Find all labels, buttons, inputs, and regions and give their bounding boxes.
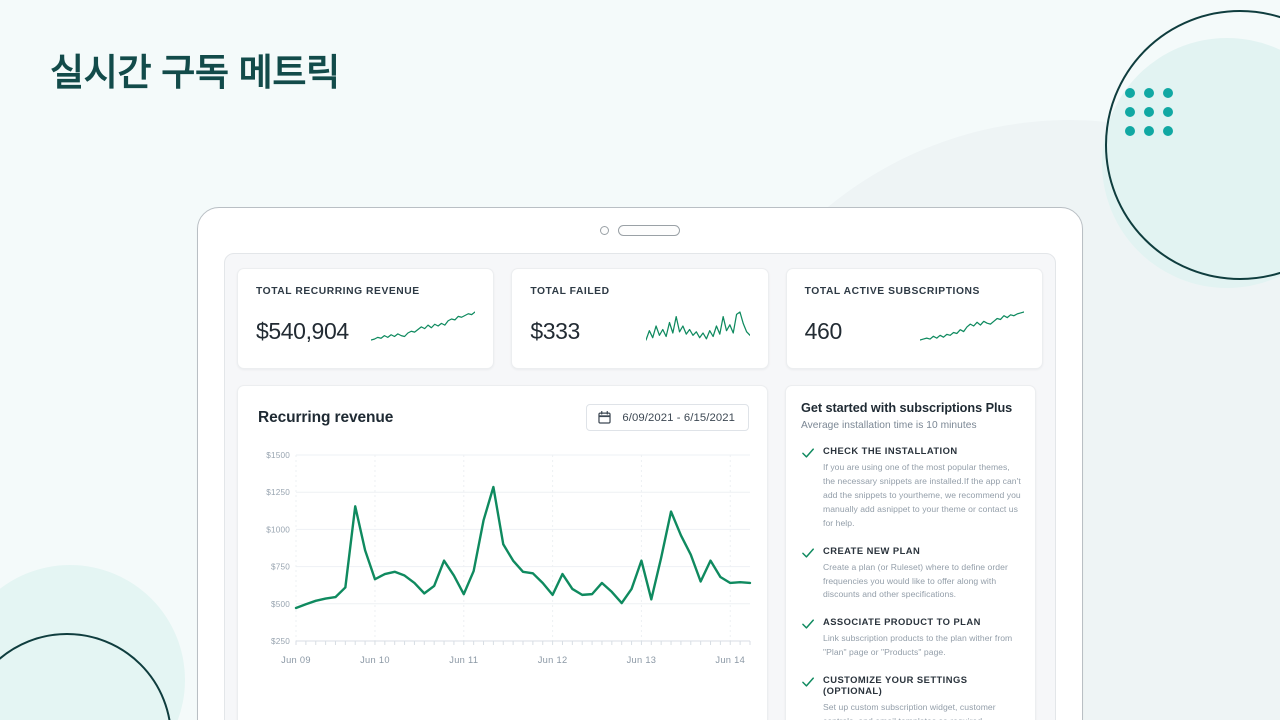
- kpi-value: $540,904: [256, 318, 349, 344]
- chart-header: Recurring revenue 6/09/2021 - 6/15/2021: [252, 402, 753, 431]
- kpi-card-total-failed[interactable]: TOTAL FAILED $333: [511, 268, 769, 369]
- speaker-grille-icon: [618, 225, 680, 236]
- checklist-item[interactable]: ASSOCIATE PRODUCT TO PLAN Link subscripti…: [801, 616, 1021, 660]
- checklist-item[interactable]: CREATE NEW PLAN Create a plan (or Ruleset…: [801, 545, 1021, 603]
- svg-text:$1250: $1250: [266, 488, 290, 497]
- checklist-item-heading: CREATE NEW PLAN: [823, 544, 921, 556]
- kpi-label: TOTAL FAILED: [530, 286, 610, 297]
- camera-dot-icon: [600, 226, 609, 235]
- screenshot-canvas: 실시간 구독 메트릭 TOTAL RECURRING REVENUE $540,…: [0, 0, 1280, 720]
- tablet-screen: TOTAL RECURRING REVENUE $540,904 TOTAL F…: [224, 253, 1056, 720]
- background-circle-filled-top-right: [1102, 38, 1280, 288]
- svg-text:Jun 13: Jun 13: [627, 655, 657, 665]
- kpi-label: TOTAL ACTIVE SUBSCRIPTIONS: [804, 286, 980, 297]
- kpi-value: 460: [804, 318, 843, 344]
- grid-dot: [1144, 126, 1154, 136]
- checklist-item[interactable]: CHECK THE INSTALLATION If you are using o…: [801, 445, 1021, 531]
- dashboard-lower-row: Recurring revenue 6/09/2021 - 6/15/2021 …: [237, 385, 1043, 720]
- dot-grid-decoration: [1125, 88, 1173, 136]
- date-range-value: 6/09/2021 - 6/15/2021: [622, 411, 735, 424]
- grid-dot: [1144, 107, 1154, 117]
- check-icon: [802, 677, 814, 687]
- checklist-item[interactable]: CUSTOMIZE YOUR SETTINGS (OPTIONAL) Set up…: [801, 674, 1021, 720]
- grid-dot: [1144, 88, 1154, 98]
- background-circle-outline-bottom-left: [0, 633, 172, 720]
- kpi-card-total-active-subscriptions[interactable]: TOTAL ACTIVE SUBSCRIPTIONS 460: [785, 268, 1043, 369]
- checklist-item-text: CREATE NEW PLAN Create a plan (or Ruleset…: [823, 545, 1021, 603]
- checklist-item-description: Set up custom subscription widget, custo…: [823, 702, 996, 720]
- sparkline-chart: [645, 311, 750, 341]
- checklist-item-description: Create a plan (or Ruleset) where to defi…: [823, 561, 1008, 600]
- kpi-body: $333: [530, 309, 750, 344]
- svg-text:Jun 11: Jun 11: [449, 655, 478, 665]
- checklist-item-heading: CHECK THE INSTALLATION: [823, 445, 958, 456]
- background-circle-filled-bottom-left: [0, 565, 185, 720]
- checklist-item-text: ASSOCIATE PRODUCT TO PLAN Link subscripti…: [823, 616, 1021, 660]
- grid-dot: [1125, 126, 1135, 136]
- svg-text:Jun 09: Jun 09: [281, 655, 311, 665]
- onboarding-title: Get started with subscriptions Plus: [801, 401, 1013, 415]
- calendar-icon: [598, 411, 611, 424]
- page-title: 실시간 구독 메트릭: [50, 52, 340, 93]
- chart-title: Recurring revenue: [258, 408, 394, 426]
- grid-dot: [1163, 107, 1173, 117]
- tablet-device-mockup: TOTAL RECURRING REVENUE $540,904 TOTAL F…: [197, 207, 1083, 720]
- checklist-item-description: Link subscription products to the plan w…: [823, 633, 1013, 658]
- checklist-item-heading: ASSOCIATE PRODUCT TO PLAN: [823, 616, 981, 628]
- grid-dot: [1163, 126, 1173, 136]
- check-icon: [802, 548, 814, 558]
- sparkline-chart: [919, 311, 1024, 341]
- check-icon: [802, 448, 814, 458]
- sparkline-chart: [371, 311, 476, 341]
- kpi-value: $333: [530, 318, 580, 344]
- svg-text:Jun 12: Jun 12: [538, 655, 568, 665]
- recurring-revenue-chart-card: Recurring revenue 6/09/2021 - 6/15/2021 …: [237, 385, 768, 720]
- onboarding-checklist-card: Get started with subscriptions Plus Aver…: [785, 385, 1036, 720]
- grid-dot: [1163, 88, 1173, 98]
- grid-dot: [1125, 88, 1135, 98]
- svg-text:$1000: $1000: [266, 525, 290, 534]
- checklist-item-text: CHECK THE INSTALLATION If you are using o…: [823, 445, 1021, 531]
- svg-text:$1500: $1500: [266, 451, 290, 460]
- checklist-item-description: If you are using one of the most popular…: [823, 462, 1021, 528]
- check-icon: [802, 619, 814, 629]
- svg-text:$500: $500: [271, 600, 290, 609]
- date-range-picker[interactable]: 6/09/2021 - 6/15/2021: [586, 404, 749, 431]
- checklist-item-text: CUSTOMIZE YOUR SETTINGS (OPTIONAL) Set up…: [823, 674, 1021, 720]
- line-chart-plot: $1500 $1250 $1000 $750 $500 $250 Jun 09 Jun 10 J…: [266, 451, 752, 665]
- kpi-row: TOTAL RECURRING REVENUE $540,904 TOTAL F…: [237, 268, 1043, 369]
- grid-dot: [1125, 107, 1135, 117]
- checklist-item-heading: CUSTOMIZE YOUR SETTINGS (OPTIONAL): [823, 674, 968, 697]
- svg-text:$750: $750: [271, 563, 290, 572]
- onboarding-checklist: CHECK THE INSTALLATION If you are using o…: [801, 445, 1021, 720]
- kpi-card-total-recurring-revenue[interactable]: TOTAL RECURRING REVENUE $540,904: [237, 268, 495, 369]
- svg-text:$250: $250: [271, 637, 290, 646]
- tablet-top-bezel: [198, 208, 1082, 253]
- onboarding-subtitle: Average installation time is 10 minutes: [801, 420, 977, 431]
- kpi-body: $540,904: [256, 309, 476, 344]
- background-circle-outline-top-right: [1105, 10, 1280, 280]
- svg-text:Jun 14: Jun 14: [715, 655, 745, 665]
- svg-text:Jun 10: Jun 10: [360, 655, 390, 665]
- kpi-label: TOTAL RECURRING REVENUE: [256, 286, 420, 297]
- kpi-body: 460: [805, 309, 1024, 343]
